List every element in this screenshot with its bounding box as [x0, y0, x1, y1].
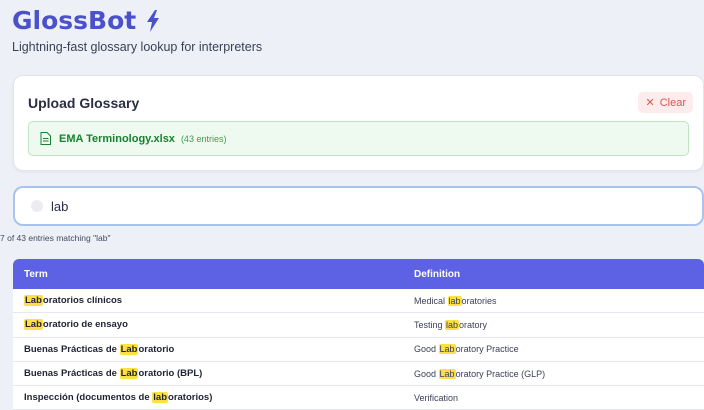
match-count: 7 of 43 entries matching "lab" [0, 233, 111, 243]
match-highlight: Lab [438, 344, 456, 355]
match-highlight: Lab [119, 343, 139, 355]
upload-card: Upload Glossary ✕ Clear EMA Terminology.… [13, 75, 704, 171]
term-cell: Laboratorios clínicos [13, 295, 411, 307]
table-row[interactable]: Inspección (documentos de laboratorios) V… [13, 386, 704, 410]
cell-text: oratorios clínicos [42, 295, 123, 307]
match-highlight: lab [152, 392, 169, 404]
definition-cell: Testing laboratory [411, 319, 704, 330]
app-subtitle: Lightning-fast glossary lookup for inter… [12, 40, 263, 54]
definition-cell: Good Laboratory Practice [411, 344, 704, 355]
cell-text: Testing [414, 319, 446, 330]
table-body: Laboratorios clínicos Medical laboratorie… [13, 289, 704, 410]
column-header-term: Term [24, 268, 48, 280]
cell-text: oratories [461, 295, 497, 306]
file-entry-count: (43 entries) [180, 133, 227, 144]
table-row[interactable]: Buenas Prácticas de Laboratorio Good Labo… [13, 338, 704, 362]
app-title-text: GlossBot [12, 6, 137, 35]
uploaded-file: EMA Terminology.xlsx (43 entries) [28, 121, 689, 156]
definition-cell: Good Laboratory Practice (GLP) [411, 368, 704, 379]
table-row[interactable]: Buenas Prácticas de Laboratorio (BPL) Goo… [13, 362, 704, 387]
term-cell: Buenas Prácticas de Laboratorio (BPL) [13, 368, 411, 380]
close-icon: ✕ [645, 97, 655, 109]
match-highlight: Lab [24, 319, 43, 331]
cell-text: oratory Practice (GLP) [455, 368, 546, 379]
cell-text: Good [414, 344, 439, 355]
column-header-definition: Definition [414, 268, 461, 280]
file-name: EMA Terminology.xlsx [59, 132, 175, 145]
table-row[interactable]: Laboratorios clínicos Medical laboratorie… [13, 289, 704, 314]
definition-cell: Medical laboratories [411, 295, 704, 306]
search-input[interactable] [51, 198, 651, 214]
upload-title: Upload Glossary [28, 95, 140, 111]
match-highlight: Lab [119, 368, 139, 380]
term-cell: Laboratorio de ensayo [13, 319, 411, 331]
table-header: Term Definition [13, 259, 704, 289]
match-highlight: Lab [24, 295, 43, 307]
cell-text: Buenas Prácticas de [24, 343, 120, 355]
term-cell: Inspección (documentos de laboratorios) [13, 392, 411, 404]
cell-text: oratorio (BPL) [138, 368, 203, 380]
cell-text: Inspección (documentos de [24, 392, 153, 404]
cell-text: Buenas Prácticas de [24, 368, 120, 380]
match-highlight: Lab [438, 368, 456, 379]
clear-button[interactable]: ✕ Clear [638, 92, 693, 113]
definition-cell: Verification [411, 393, 704, 403]
cell-text: oratorio [138, 343, 175, 355]
glossary-table: Term Definition Laboratorios clínicos Med… [13, 259, 704, 410]
cell-text: oratorio de ensayo [42, 319, 128, 331]
cell-text: Good [414, 368, 439, 379]
table-row[interactable]: Laboratorio de ensayo Testing laboratory [13, 313, 704, 338]
app-title: GlossBot [12, 6, 160, 35]
cell-text: oratory Practice [455, 344, 519, 355]
search-icon [31, 200, 43, 212]
match-highlight: lab [445, 319, 460, 330]
match-highlight: lab [447, 295, 462, 306]
term-cell: Buenas Prácticas de Laboratorio [13, 343, 411, 355]
cell-text: oratory [459, 319, 488, 330]
spreadsheet-file-icon [40, 132, 51, 145]
cell-text: oratorios) [168, 392, 213, 404]
cell-text: Verification [414, 392, 459, 403]
clear-button-label: Clear [659, 96, 686, 109]
lightning-bolt-icon [146, 9, 160, 32]
search-box[interactable] [13, 186, 704, 226]
cell-text: Medical [414, 295, 448, 306]
